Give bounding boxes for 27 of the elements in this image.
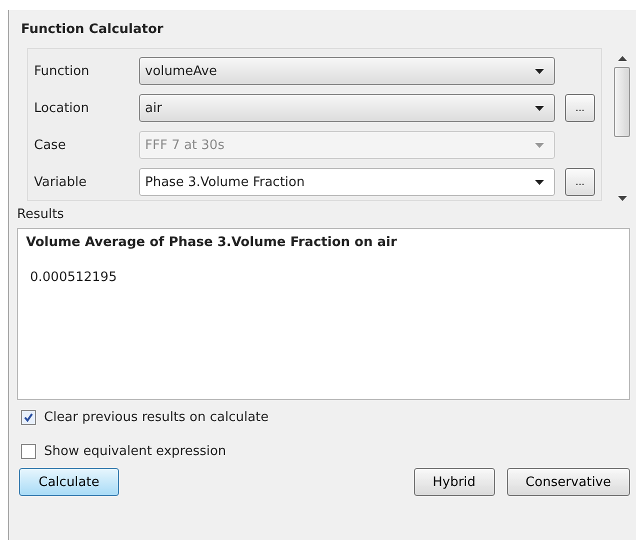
scroll-down-icon[interactable] (618, 196, 626, 201)
field-label: Case (34, 138, 67, 152)
scroll-thumb[interactable] (614, 67, 630, 137)
caret-icon (535, 142, 544, 148)
dropdown-field[interactable]: air (139, 94, 555, 122)
result-value: 0.000512195 (29, 270, 118, 285)
checkbox[interactable] (21, 444, 36, 458)
result-heading: Volume Average of Phase 3.Volume Fraction on air (26, 235, 398, 250)
caret-icon (535, 106, 544, 110)
results-label: Results (17, 206, 65, 224)
caret-icon (535, 180, 544, 184)
caret-icon (535, 68, 544, 74)
dropdown-field[interactable]: Phase 3.Volume Fraction (139, 168, 555, 196)
scroll-up-icon[interactable] (618, 56, 626, 61)
field-label: Variable (34, 174, 88, 190)
dropdown-field[interactable]: volumeAve (139, 57, 555, 85)
field-label: Location (34, 100, 90, 116)
action-button[interactable]: Conservative (506, 468, 630, 496)
checkbox-label[interactable]: Clear previous results on calculate (44, 410, 269, 424)
browse-button[interactable]: ... (565, 168, 595, 196)
checkbox-label[interactable]: Show equivalent expression (44, 444, 226, 458)
calculate-button[interactable]: Calculate (19, 468, 119, 496)
action-button[interactable]: Hybrid (414, 468, 495, 496)
field-label: Function (34, 64, 90, 78)
browse-button[interactable]: ... (565, 94, 595, 122)
checkbox[interactable] (21, 410, 36, 424)
panel-title: Function Calculator (20, 22, 164, 39)
